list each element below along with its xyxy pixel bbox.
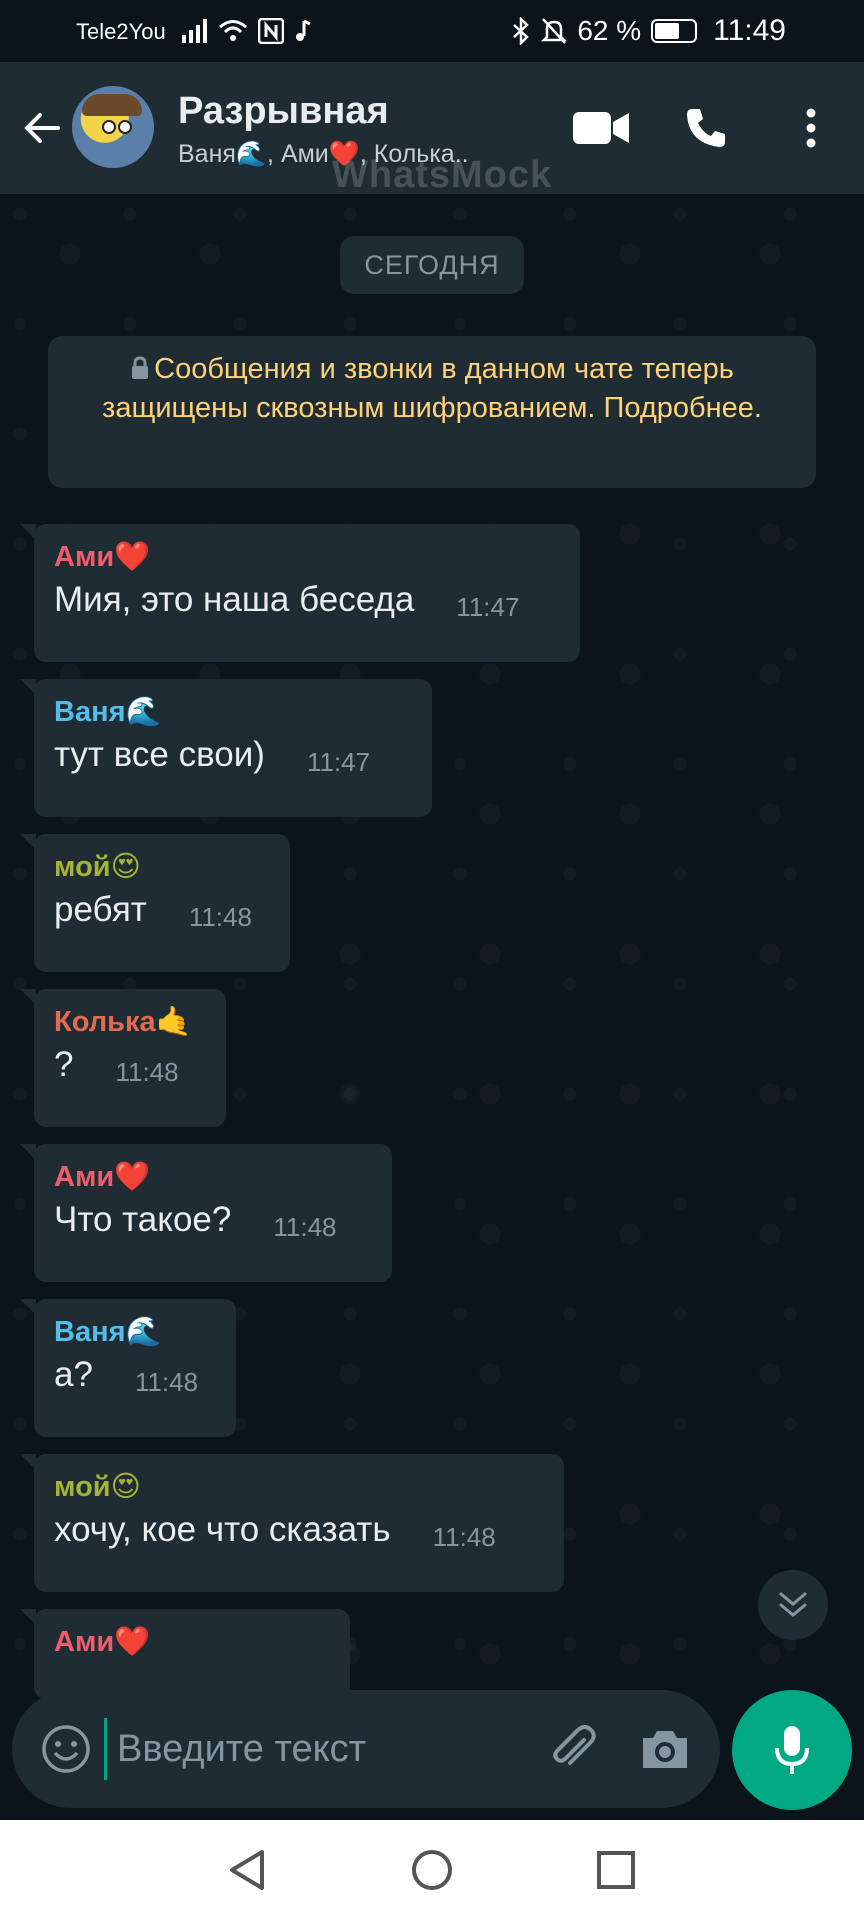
message-text: ?	[54, 1045, 74, 1084]
message-input[interactable]	[104, 1718, 537, 1780]
group-avatar[interactable]	[72, 86, 154, 168]
more-options-button[interactable]	[796, 102, 826, 154]
message-sender: Ами❤️	[54, 541, 151, 573]
microphone-icon	[775, 1726, 809, 1774]
bluetooth-icon	[513, 17, 530, 45]
date-divider: СЕГОДНЯ	[340, 236, 524, 294]
nfc-icon	[258, 18, 284, 44]
message-bubble[interactable]: Ваня🌊 тут все свои) 11:47	[20, 679, 432, 817]
message-bubble[interactable]: Ами❤️ Что такое? 11:48	[20, 1144, 392, 1282]
nav-home-button[interactable]	[406, 1844, 458, 1896]
voice-call-button[interactable]	[680, 102, 732, 154]
scroll-to-bottom-button[interactable]	[758, 1570, 828, 1640]
message-composer	[12, 1690, 720, 1808]
triangle-back-icon	[230, 1850, 264, 1890]
battery-fill	[655, 23, 679, 39]
signal-icon	[182, 19, 207, 43]
battery-percent: 62 %	[577, 15, 642, 46]
chat-title[interactable]: Разрывная	[178, 90, 389, 133]
encryption-text: Сообщения и звонки в данном чате теперь …	[102, 353, 762, 424]
chat-area[interactable]: СЕГОДНЯ Сообщения и звонки в данном чате…	[0, 194, 864, 1699]
message-sender: Ами❤️	[54, 1626, 151, 1658]
nav-recents-button[interactable]	[590, 1844, 642, 1896]
message-sender: Ваня🌊	[54, 1316, 162, 1348]
video-call-icon	[573, 112, 629, 144]
carrier-name: Tele2You	[76, 19, 166, 44]
message-text: хочу, кое что сказать	[54, 1510, 391, 1549]
message-bubble[interactable]: Колька🤙 ? 11:48	[20, 989, 226, 1127]
more-vert-icon	[806, 108, 816, 148]
message-time: 11:48	[134, 1367, 199, 1397]
camera-icon	[643, 1731, 687, 1768]
camera-button[interactable]	[638, 1722, 692, 1776]
message-text: Что такое?	[54, 1200, 232, 1239]
message-sender: Ами❤️	[54, 1161, 151, 1193]
message-bubble[interactable]: мой😍 хочу, кое что сказать 11:48	[20, 1454, 564, 1592]
message-text: ребят	[54, 890, 147, 929]
voice-call-icon	[687, 109, 725, 147]
back-button[interactable]	[18, 104, 66, 152]
notifications-off-icon	[541, 18, 568, 44]
clock: 11:49	[713, 14, 786, 47]
status-bar: Tele2You 62 % 11:49	[0, 0, 864, 62]
circle-home-icon	[412, 1850, 452, 1890]
voice-message-button[interactable]	[732, 1690, 852, 1810]
nav-back-button[interactable]	[222, 1844, 274, 1896]
message-sender: Ваня🌊	[54, 696, 162, 728]
message-time: 11:48	[432, 1522, 496, 1552]
message-time: 11:48	[115, 1057, 179, 1087]
chat-header: Разрывная Ваня🌊, Ами❤️, Колька.. WhatsMo…	[0, 62, 864, 196]
status-icons-right: 62 % 11:49	[511, 14, 786, 48]
attach-button[interactable]	[544, 1720, 602, 1778]
message-time: 11:47	[456, 592, 520, 622]
music-note-icon	[296, 19, 311, 41]
watermark: WhatsMock	[332, 154, 553, 196]
back-arrow-icon	[24, 113, 60, 143]
emoji-button[interactable]	[40, 1723, 92, 1775]
emoji-icon	[42, 1725, 90, 1773]
message-time: 11:47	[306, 747, 371, 777]
video-call-button[interactable]	[570, 102, 632, 154]
lock-icon	[132, 356, 149, 379]
status-icons-left	[182, 14, 312, 48]
battery-icon	[651, 19, 698, 43]
message-text: а?	[54, 1355, 93, 1394]
message-time: 11:48	[188, 902, 252, 932]
square-recents-icon	[597, 1851, 635, 1889]
message-sender: Колька🤙	[54, 1006, 192, 1038]
message-bubble[interactable]: мой😍 ребят 11:48	[20, 834, 290, 972]
paperclip-icon	[553, 1725, 596, 1765]
double-chevron-down-icon	[779, 1592, 807, 1617]
message-sender: мой😍	[54, 1471, 141, 1503]
message-text: Мия, это наша беседа	[54, 580, 415, 619]
message-time: 11:48	[273, 1212, 337, 1242]
wifi-icon	[219, 20, 247, 41]
system-navigation-bar	[0, 1820, 864, 1920]
message-sender: мой😍	[54, 851, 141, 883]
message-bubble[interactable]: Ваня🌊 а? 11:48	[20, 1299, 236, 1437]
message-bubble[interactable]: Ами❤️	[20, 1609, 350, 1699]
message-bubble[interactable]: Ами❤️ Мия, это наша беседа 11:47	[20, 524, 580, 662]
message-text: тут все свои)	[54, 735, 265, 774]
encryption-notice[interactable]: Сообщения и звонки в данном чате теперь …	[48, 336, 816, 488]
